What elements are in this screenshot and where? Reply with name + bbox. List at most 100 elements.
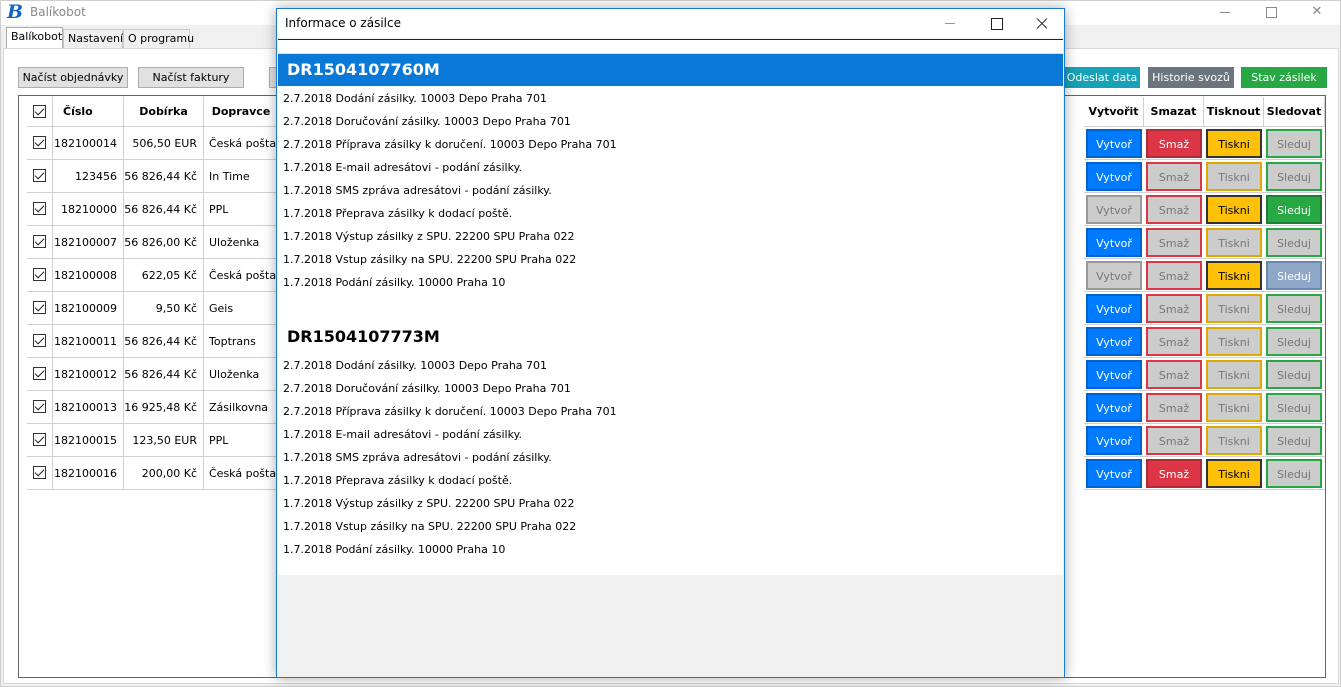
track-button[interactable]: Sleduj: [1266, 162, 1322, 191]
tracking-list-spacer: [278, 40, 1063, 54]
header-dopravce[interactable]: Dopravce: [204, 97, 279, 127]
delete-button[interactable]: Smaž: [1146, 261, 1202, 290]
row-select-cell[interactable]: [27, 358, 53, 391]
tab-balikobot[interactable]: Balíkobot: [6, 27, 63, 48]
tracking-event: 1.7.2018 SMS zpráva adresátovi - podání …: [283, 451, 552, 464]
history-button[interactable]: Historie svozů: [1148, 67, 1234, 88]
cell-dobirka: 9,50 Kč: [124, 292, 204, 325]
create-button[interactable]: Vytvoř: [1086, 162, 1142, 191]
load-orders-button[interactable]: Načíst objednávky: [18, 67, 128, 88]
print-button[interactable]: Tiskni: [1206, 195, 1262, 224]
create-button[interactable]: Vytvoř: [1086, 294, 1142, 323]
create-button[interactable]: Vytvoř: [1086, 393, 1142, 422]
print-button[interactable]: Tiskni: [1206, 360, 1262, 389]
header-sledovat[interactable]: Sledovat: [1264, 97, 1325, 127]
row-select-cell[interactable]: [27, 259, 53, 292]
row-select-cell[interactable]: [27, 193, 53, 226]
row-checkbox[interactable]: [33, 268, 46, 281]
package-id-header[interactable]: DR1504107773M: [278, 321, 1063, 353]
select-all-header[interactable]: [27, 97, 53, 127]
delete-button[interactable]: Smaž: [1146, 228, 1202, 257]
send-data-button[interactable]: Odeslat data: [1064, 67, 1140, 88]
cell-dobirka: 56 826,44 Kč: [124, 160, 204, 193]
maximize-icon[interactable]: [1248, 1, 1294, 25]
track-button[interactable]: Sleduj: [1266, 459, 1322, 488]
row-checkbox[interactable]: [33, 169, 46, 182]
tab-o-programu[interactable]: O programu: [123, 29, 194, 48]
row-select-cell[interactable]: [27, 424, 53, 457]
track-button[interactable]: Sleduj: [1266, 327, 1322, 356]
delete-button[interactable]: Smaž: [1146, 459, 1202, 488]
track-button[interactable]: Sleduj: [1266, 426, 1322, 455]
tracking-event: 1.7.2018 E-mail adresátovi - podání zási…: [283, 428, 523, 441]
create-button[interactable]: Vytvoř: [1086, 426, 1142, 455]
delete-button[interactable]: Smaž: [1146, 195, 1202, 224]
row-select-cell[interactable]: [27, 127, 53, 160]
cell-cislo: 182100014: [53, 127, 124, 160]
header-tisknout[interactable]: Tisknout: [1204, 97, 1264, 127]
tracking-event: 1.7.2018 Výstup zásilky z SPU. 22200 SPU…: [283, 497, 575, 510]
print-button[interactable]: Tiskni: [1206, 426, 1262, 455]
print-button[interactable]: Tiskni: [1206, 294, 1262, 323]
delete-button[interactable]: Smaž: [1146, 426, 1202, 455]
create-button[interactable]: Vytvoř: [1086, 360, 1142, 389]
delete-button[interactable]: Smaž: [1146, 327, 1202, 356]
create-button[interactable]: Vytvoř: [1086, 195, 1142, 224]
row-select-cell[interactable]: [27, 226, 53, 259]
tracking-list[interactable]: DR1504107760M 2.7.2018 Dodání zásilky. 10…: [278, 39, 1063, 575]
delete-button[interactable]: Smaž: [1146, 294, 1202, 323]
row-checkbox[interactable]: [33, 367, 46, 380]
row-select-cell[interactable]: [27, 292, 53, 325]
track-button[interactable]: Sleduj: [1266, 294, 1322, 323]
print-button[interactable]: Tiskni: [1206, 327, 1262, 356]
print-button[interactable]: Tiskni: [1206, 129, 1262, 158]
track-button[interactable]: Sleduj: [1266, 360, 1322, 389]
header-smazat[interactable]: Smazat: [1144, 97, 1204, 127]
select-all-checkbox[interactable]: [33, 105, 46, 118]
dialog-close-icon[interactable]: [1019, 9, 1065, 38]
track-button[interactable]: Sleduj: [1266, 393, 1322, 422]
create-button[interactable]: Vytvoř: [1086, 228, 1142, 257]
delete-button[interactable]: Smaž: [1146, 360, 1202, 389]
delete-button[interactable]: Smaž: [1146, 162, 1202, 191]
row-checkbox[interactable]: [33, 433, 46, 446]
row-checkbox[interactable]: [33, 334, 46, 347]
close-icon[interactable]: ✕: [1294, 1, 1340, 25]
header-cislo[interactable]: Číslo: [53, 97, 124, 127]
track-button[interactable]: Sleduj: [1266, 195, 1322, 224]
row-checkbox[interactable]: [33, 235, 46, 248]
track-button[interactable]: Sleduj: [1266, 261, 1322, 290]
row-select-cell[interactable]: [27, 160, 53, 193]
delete-button[interactable]: Smaž: [1146, 393, 1202, 422]
row-checkbox[interactable]: [33, 136, 46, 149]
row-select-cell[interactable]: [27, 391, 53, 424]
create-button[interactable]: Vytvoř: [1086, 327, 1142, 356]
tab-nastaveni[interactable]: Nastavení: [63, 29, 123, 48]
create-button[interactable]: Vytvoř: [1086, 459, 1142, 488]
row-checkbox[interactable]: [33, 301, 46, 314]
dialog-maximize-icon[interactable]: [973, 9, 1019, 38]
status-button[interactable]: Stav zásilek: [1241, 67, 1327, 88]
track-button[interactable]: Sleduj: [1266, 129, 1322, 158]
header-vytvorit[interactable]: Vytvořit: [1084, 97, 1144, 127]
print-button[interactable]: Tiskni: [1206, 459, 1262, 488]
row-checkbox[interactable]: [33, 202, 46, 215]
delete-button[interactable]: Smaž: [1146, 129, 1202, 158]
header-dobirka[interactable]: Dobírka: [124, 97, 204, 127]
package-id-header[interactable]: DR1504107760M: [278, 54, 1063, 86]
row-select-cell[interactable]: [27, 457, 53, 490]
row-checkbox[interactable]: [33, 466, 46, 479]
print-button[interactable]: Tiskni: [1206, 261, 1262, 290]
cell-cislo: 182100011: [53, 325, 124, 358]
create-button[interactable]: Vytvoř: [1086, 129, 1142, 158]
create-button[interactable]: Vytvoř: [1086, 261, 1142, 290]
print-button[interactable]: Tiskni: [1206, 162, 1262, 191]
row-select-cell[interactable]: [27, 325, 53, 358]
print-button[interactable]: Tiskni: [1206, 228, 1262, 257]
minimize-icon[interactable]: [1202, 1, 1248, 25]
dialog-minimize-icon[interactable]: [927, 9, 973, 38]
print-button[interactable]: Tiskni: [1206, 393, 1262, 422]
load-invoices-button[interactable]: Načíst faktury: [138, 67, 244, 88]
row-checkbox[interactable]: [33, 400, 46, 413]
track-button[interactable]: Sleduj: [1266, 228, 1322, 257]
